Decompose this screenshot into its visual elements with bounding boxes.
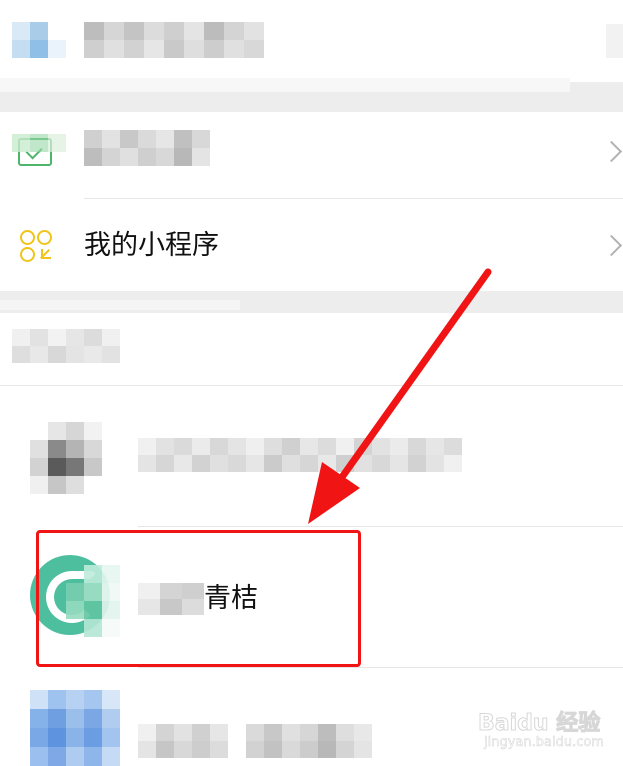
arrow-shaft — [326, 268, 492, 498]
chevron-right-icon — [600, 140, 623, 163]
wallet-icon — [12, 132, 66, 166]
watermark-brand: Baidu 经验 — [477, 711, 601, 737]
section-gap-highlight — [0, 78, 570, 92]
wallet-label-blurred — [84, 130, 210, 166]
section-gap-highlight — [0, 300, 240, 310]
chevron-right-icon — [600, 234, 623, 257]
mini-programs-label: 我的小程序 — [84, 230, 219, 261]
top-row-edge-blurred — [606, 24, 623, 58]
wallet-row[interactable] — [0, 112, 623, 198]
top-row-label-blurred — [84, 22, 264, 58]
highlight-box — [36, 530, 361, 667]
list-item-icon-blurred — [30, 422, 102, 494]
top-row-icon — [12, 22, 66, 58]
watermark: Baidu 经验 jingyan.baidu.com — [477, 705, 618, 761]
list-item-label-blurred — [138, 724, 372, 758]
mini-program-grid-icon — [20, 230, 52, 262]
annotation-arrow — [308, 268, 492, 524]
watermark-url: jingyan.baidu.com — [484, 735, 604, 751]
arrow-head — [308, 462, 360, 524]
section-header-blurred — [12, 329, 120, 363]
top-row[interactable] — [0, 0, 623, 82]
list-item-icon-blurred — [30, 690, 120, 766]
